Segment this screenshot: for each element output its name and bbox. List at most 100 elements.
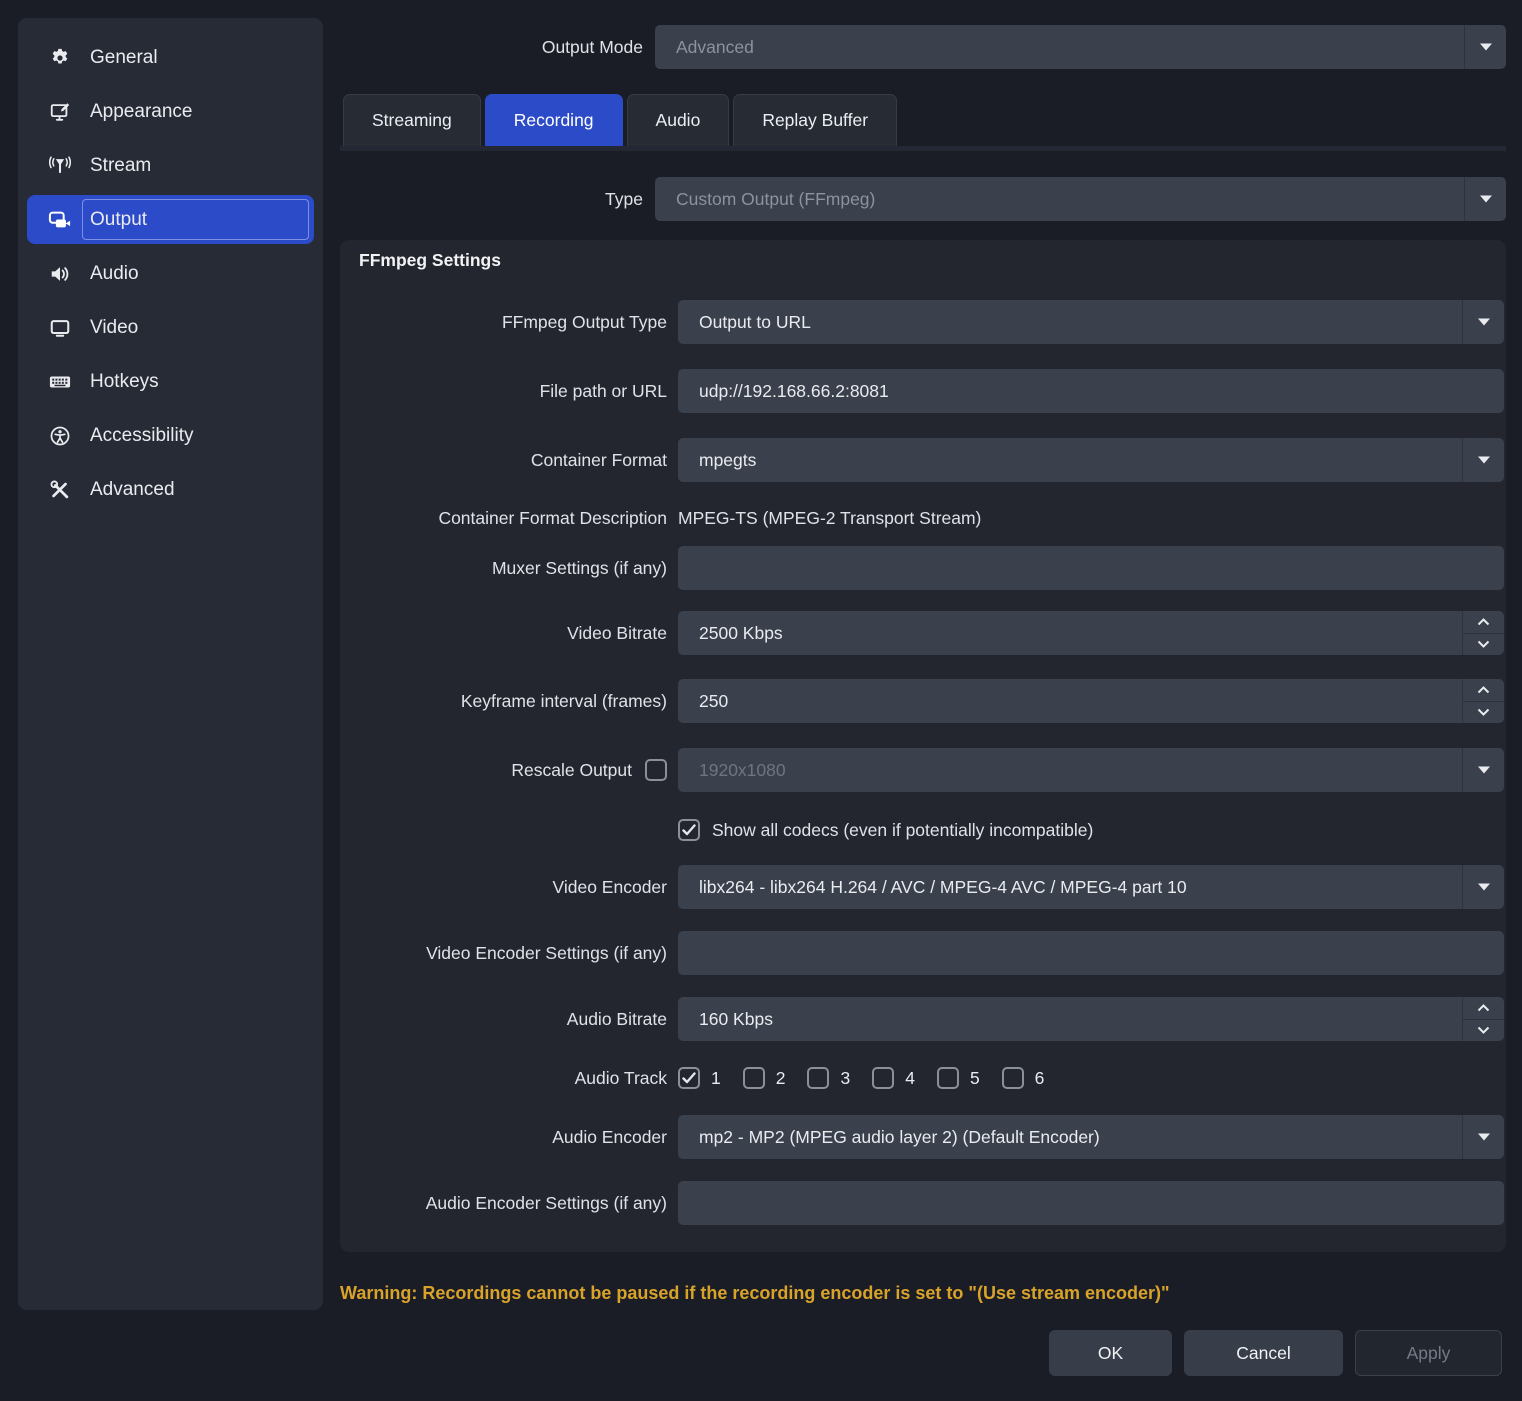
chevron-down-icon bbox=[1462, 748, 1504, 792]
audio-track-3-checkbox[interactable] bbox=[807, 1067, 829, 1089]
audio-encoder-settings-input[interactable] bbox=[678, 1181, 1504, 1225]
chevron-down-icon bbox=[1464, 177, 1506, 221]
video-encoder-label: Video Encoder bbox=[340, 865, 667, 909]
sidebar-item-appearance[interactable]: Appearance bbox=[27, 87, 314, 136]
output-mode-label: Output Mode bbox=[340, 25, 643, 70]
dialog-buttons: OK Cancel Apply bbox=[1049, 1330, 1502, 1376]
ffmpeg-output-type-label: FFmpeg Output Type bbox=[340, 300, 667, 344]
muxer-settings-label: Muxer Settings (if any) bbox=[340, 546, 667, 590]
apply-button[interactable]: Apply bbox=[1355, 1330, 1502, 1376]
video-bitrate-spinner[interactable]: 2500 Kbps bbox=[678, 611, 1504, 655]
chevron-down-icon bbox=[1464, 25, 1506, 69]
container-format-select[interactable]: mpegts bbox=[678, 438, 1504, 482]
sidebar-item-label: Hotkeys bbox=[90, 371, 159, 393]
rescale-output-checkbox[interactable] bbox=[645, 759, 667, 781]
spin-up-button[interactable] bbox=[1463, 679, 1504, 702]
video-encoder-settings-label: Video Encoder Settings (if any) bbox=[340, 931, 667, 975]
output-camera-icon bbox=[46, 209, 73, 231]
recording-warning-text: Warning: Recordings cannot be paused if … bbox=[340, 1283, 1480, 1304]
sidebar-item-advanced[interactable]: Advanced bbox=[27, 465, 314, 514]
cancel-button[interactable]: Cancel bbox=[1184, 1330, 1343, 1376]
audio-bitrate-spinner[interactable]: 160 Kbps bbox=[678, 997, 1504, 1041]
muxer-settings-input[interactable] bbox=[678, 546, 1504, 590]
container-format-desc-value: MPEG-TS (MPEG-2 Transport Stream) bbox=[678, 502, 1504, 534]
video-bitrate-label: Video Bitrate bbox=[340, 611, 667, 655]
spin-up-button[interactable] bbox=[1463, 611, 1504, 634]
sidebar-item-hotkeys[interactable]: Hotkeys bbox=[27, 357, 314, 406]
appearance-icon bbox=[46, 101, 73, 123]
group-title: FFmpeg Settings bbox=[359, 250, 501, 271]
audio-encoder-settings-label: Audio Encoder Settings (if any) bbox=[340, 1181, 667, 1225]
chevron-down-icon bbox=[1462, 865, 1504, 909]
spin-down-button[interactable] bbox=[1463, 634, 1504, 656]
sidebar-item-label: Advanced bbox=[90, 479, 175, 501]
audio-encoder-label: Audio Encoder bbox=[340, 1115, 667, 1159]
file-path-label: File path or URL bbox=[340, 369, 667, 413]
keyboard-icon bbox=[46, 371, 73, 393]
tab-audio[interactable]: Audio bbox=[627, 94, 730, 146]
sidebar-item-output[interactable]: Output bbox=[27, 195, 314, 244]
rescale-output-label: Rescale Output bbox=[511, 760, 632, 781]
sidebar-item-general[interactable]: General bbox=[27, 33, 314, 82]
gear-icon bbox=[46, 47, 73, 69]
audio-track-6-checkbox[interactable] bbox=[1002, 1067, 1024, 1089]
show-all-codecs-checkbox[interactable] bbox=[678, 819, 700, 841]
spin-down-button[interactable] bbox=[1463, 1020, 1504, 1042]
container-format-label: Container Format bbox=[340, 438, 667, 482]
stream-antenna-icon bbox=[46, 155, 73, 177]
ok-button[interactable]: OK bbox=[1049, 1330, 1172, 1376]
spin-down-button[interactable] bbox=[1463, 702, 1504, 724]
ffmpeg-settings-group: FFmpeg Settings FFmpeg Output Type Outpu… bbox=[340, 240, 1506, 1252]
sidebar-item-label: Accessibility bbox=[90, 425, 193, 447]
sidebar-item-label: Stream bbox=[90, 155, 151, 177]
audio-track-2-label: 2 bbox=[776, 1068, 786, 1089]
audio-bitrate-label: Audio Bitrate bbox=[340, 997, 667, 1041]
ffmpeg-output-type-select[interactable]: Output to URL bbox=[678, 300, 1504, 344]
keyframe-interval-spinner[interactable]: 250 bbox=[678, 679, 1504, 723]
sidebar-item-label: Appearance bbox=[90, 101, 192, 123]
sidebar-item-label: Output bbox=[90, 209, 147, 231]
tab-pane-border bbox=[340, 146, 1506, 151]
sidebar-item-accessibility[interactable]: Accessibility bbox=[27, 411, 314, 460]
audio-track-5-checkbox[interactable] bbox=[937, 1067, 959, 1089]
recording-type-label: Type bbox=[340, 177, 643, 222]
accessibility-icon bbox=[46, 425, 73, 447]
sidebar-item-stream[interactable]: Stream bbox=[27, 141, 314, 190]
sidebar-item-video[interactable]: Video bbox=[27, 303, 314, 352]
speaker-icon bbox=[46, 263, 73, 285]
audio-track-6-label: 6 bbox=[1035, 1068, 1045, 1089]
audio-track-3-label: 3 bbox=[840, 1068, 850, 1089]
sidebar-item-label: Video bbox=[90, 317, 138, 339]
video-encoder-settings-input[interactable] bbox=[678, 931, 1504, 975]
chevron-down-icon bbox=[1462, 1115, 1504, 1159]
audio-track-5-label: 5 bbox=[970, 1068, 980, 1089]
tools-icon bbox=[46, 479, 73, 501]
audio-track-label: Audio Track bbox=[340, 1062, 667, 1094]
settings-sidebar: General Appearance Stream Output Audio V… bbox=[18, 18, 323, 1310]
tab-recording[interactable]: Recording bbox=[485, 94, 623, 146]
output-settings-panel: Output Mode Advanced Streaming Recording… bbox=[340, 0, 1506, 1401]
output-mode-select[interactable]: Advanced bbox=[655, 25, 1506, 69]
keyframe-interval-label: Keyframe interval (frames) bbox=[340, 679, 667, 723]
container-format-desc-label: Container Format Description bbox=[340, 502, 667, 534]
sidebar-item-label: General bbox=[90, 47, 158, 69]
audio-track-checkboxes: 1 2 3 4 5 6 bbox=[678, 1062, 1055, 1094]
sidebar-item-audio[interactable]: Audio bbox=[27, 249, 314, 298]
show-all-codecs-label: Show all codecs (even if potentially inc… bbox=[712, 820, 1093, 841]
chevron-down-icon bbox=[1462, 438, 1504, 482]
rescale-resolution-select[interactable]: 1920x1080 bbox=[678, 748, 1504, 792]
sidebar-item-label: Audio bbox=[90, 263, 139, 285]
audio-track-2-checkbox[interactable] bbox=[743, 1067, 765, 1089]
tab-streaming[interactable]: Streaming bbox=[343, 94, 481, 146]
tab-replay-buffer[interactable]: Replay Buffer bbox=[733, 94, 897, 146]
monitor-icon bbox=[46, 317, 73, 339]
audio-encoder-select[interactable]: mp2 - MP2 (MPEG audio layer 2) (Default … bbox=[678, 1115, 1504, 1159]
recording-type-select[interactable]: Custom Output (FFmpeg) bbox=[655, 177, 1506, 221]
spin-up-button[interactable] bbox=[1463, 997, 1504, 1020]
file-path-input[interactable] bbox=[678, 369, 1504, 413]
chevron-down-icon bbox=[1462, 300, 1504, 344]
audio-track-4-checkbox[interactable] bbox=[872, 1067, 894, 1089]
video-encoder-select[interactable]: libx264 - libx264 H.264 / AVC / MPEG-4 A… bbox=[678, 865, 1504, 909]
audio-track-1-checkbox[interactable] bbox=[678, 1067, 700, 1089]
output-tabs: Streaming Recording Audio Replay Buffer bbox=[343, 94, 897, 146]
